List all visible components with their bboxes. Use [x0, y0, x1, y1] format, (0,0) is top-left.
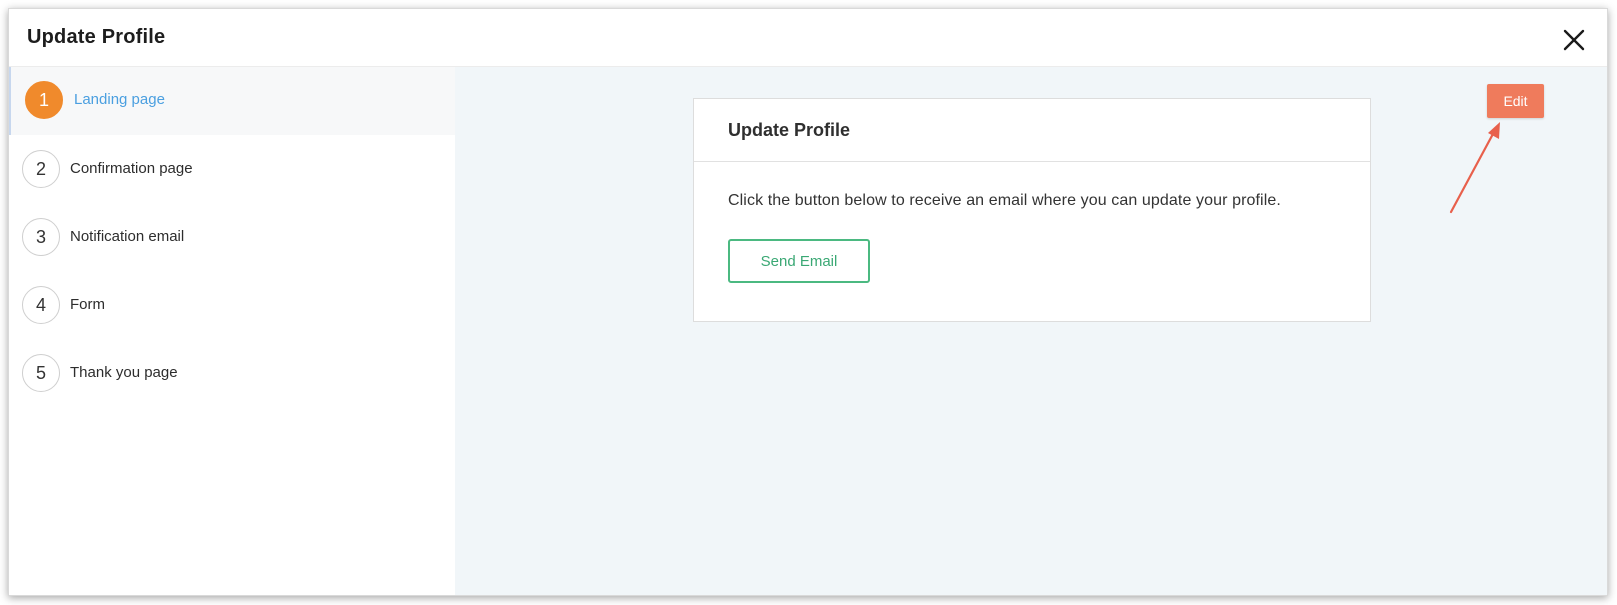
step-notification-email[interactable]: 3 Notification email: [9, 204, 455, 272]
modal-title: Update Profile: [27, 26, 166, 48]
close-icon: [1563, 29, 1585, 51]
step-label: Confirmation page: [70, 160, 193, 177]
step-label: Thank you page: [70, 364, 178, 381]
step-number-badge: 4: [22, 286, 60, 324]
preview-card: Update Profile Click the button below to…: [693, 98, 1371, 322]
step-thank-you-page[interactable]: 5 Thank you page: [9, 340, 455, 408]
modal-header: Update Profile: [9, 9, 1607, 67]
card-title: Update Profile: [728, 120, 851, 140]
step-label: Notification email: [70, 228, 185, 245]
step-number-badge: 1: [25, 81, 63, 119]
step-landing-page[interactable]: 1 Landing page: [9, 67, 455, 135]
card-description: Click the button below to receive an ema…: [728, 192, 1281, 209]
step-number-badge: 5: [22, 354, 60, 392]
step-label: Landing page: [74, 91, 165, 108]
preview-area: Update Profile Click the button below to…: [455, 67, 1607, 595]
step-confirmation-page[interactable]: 2 Confirmation page: [9, 136, 455, 204]
send-email-button[interactable]: Send Email: [728, 239, 870, 283]
steps-sidebar: 1 Landing page 2 Confirmation page 3 Not…: [9, 67, 455, 595]
step-label: Form: [70, 296, 105, 313]
step-number-badge: 2: [22, 150, 60, 188]
update-profile-modal: Update Profile 1 Landing page 2 Confirma…: [8, 8, 1608, 596]
close-button[interactable]: [1563, 29, 1585, 51]
card-header: Update Profile: [694, 99, 1370, 162]
step-number-badge: 3: [22, 218, 60, 256]
edit-button[interactable]: Edit: [1487, 84, 1544, 118]
step-form[interactable]: 4 Form: [9, 272, 455, 340]
